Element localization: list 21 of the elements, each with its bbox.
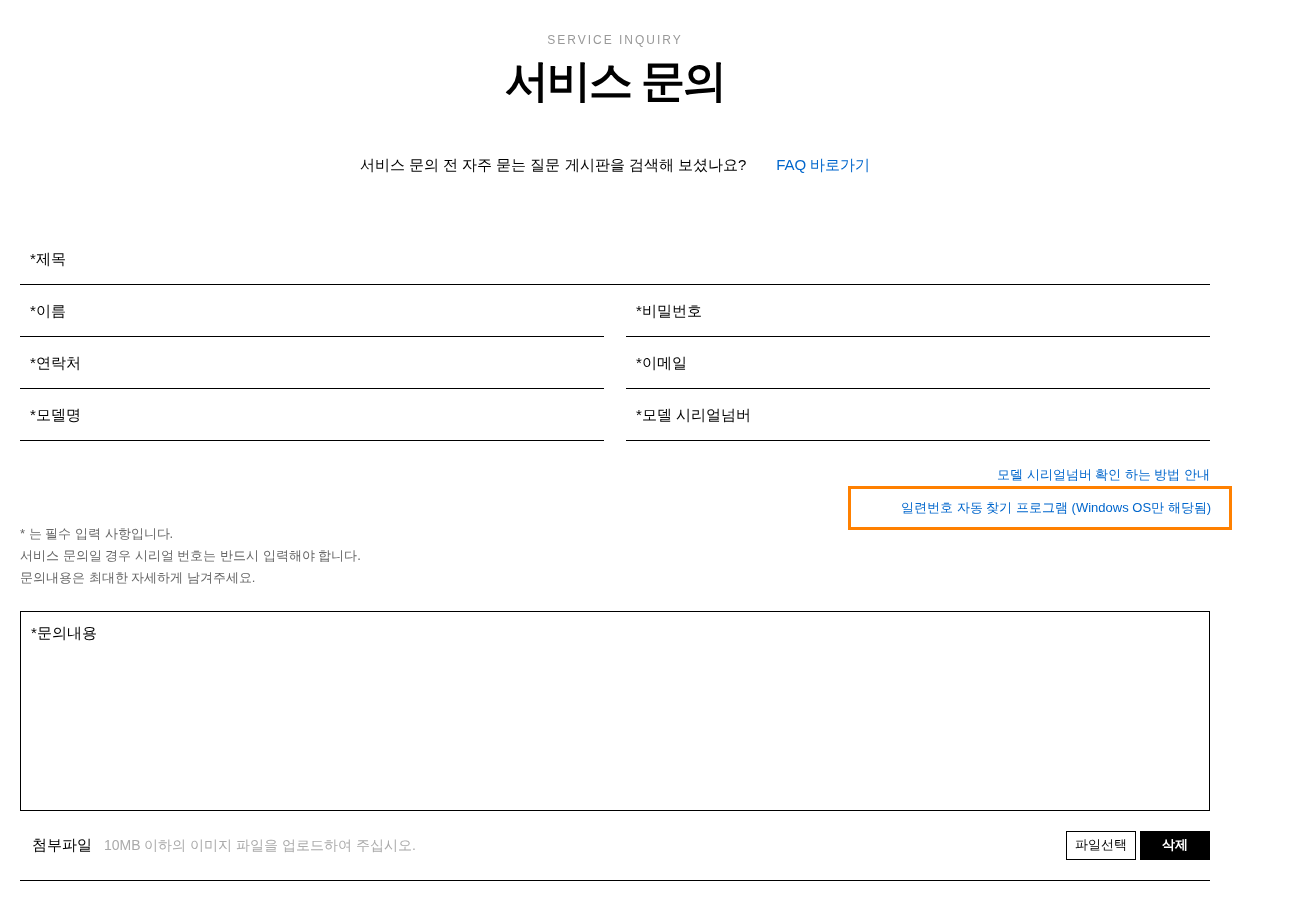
input-field[interactable]: *모델명 [20, 388, 604, 441]
input-field[interactable]: *이메일 [626, 336, 1210, 389]
attachment-hint: 10MB 이하의 이미지 파일을 업로드하여 주십시오. [104, 835, 416, 855]
attachment-label: 첨부파일 [32, 834, 92, 855]
note-text: * 는 필수 입력 사항입니다. [20, 525, 175, 542]
input-field[interactable]: *모델 시리얼넘버 [626, 388, 1210, 441]
faq-link[interactable]: FAQ 바로가기 [776, 154, 871, 177]
input-field[interactable]: *비밀번호 [626, 284, 1210, 337]
input-field[interactable]: *이름 [20, 284, 604, 337]
page-eyebrow: SERVICE INQUIRY [547, 32, 683, 49]
help-link[interactable]: 모델 시리얼넘버 확인 하는 방법 안내 [996, 464, 1210, 485]
page-title: 서비스 문의 [504, 55, 726, 107]
file-select-button[interactable]: 파일선택 [1066, 830, 1136, 860]
delete-button[interactable]: 삭제 [1140, 830, 1210, 860]
help-link[interactable]: 일련번호 자동 찾기 프로그램 (Windows OS만 해당됨) [848, 485, 1232, 530]
note-text: 서비스 문의일 경우 시리얼 번호는 반드시 입력해야 합니다. [20, 547, 362, 564]
input-field[interactable]: *연락처 [20, 336, 604, 389]
note-text: 문의내용은 최대한 자세하게 남겨주세요. [20, 569, 257, 586]
input-field[interactable]: *제목 [20, 232, 1210, 285]
inquiry-textarea[interactable]: *문의내용 [20, 610, 1210, 811]
faq-question: 서비스 문의 전 자주 묻는 질문 게시판을 검색해 보셨나요? [359, 155, 747, 175]
